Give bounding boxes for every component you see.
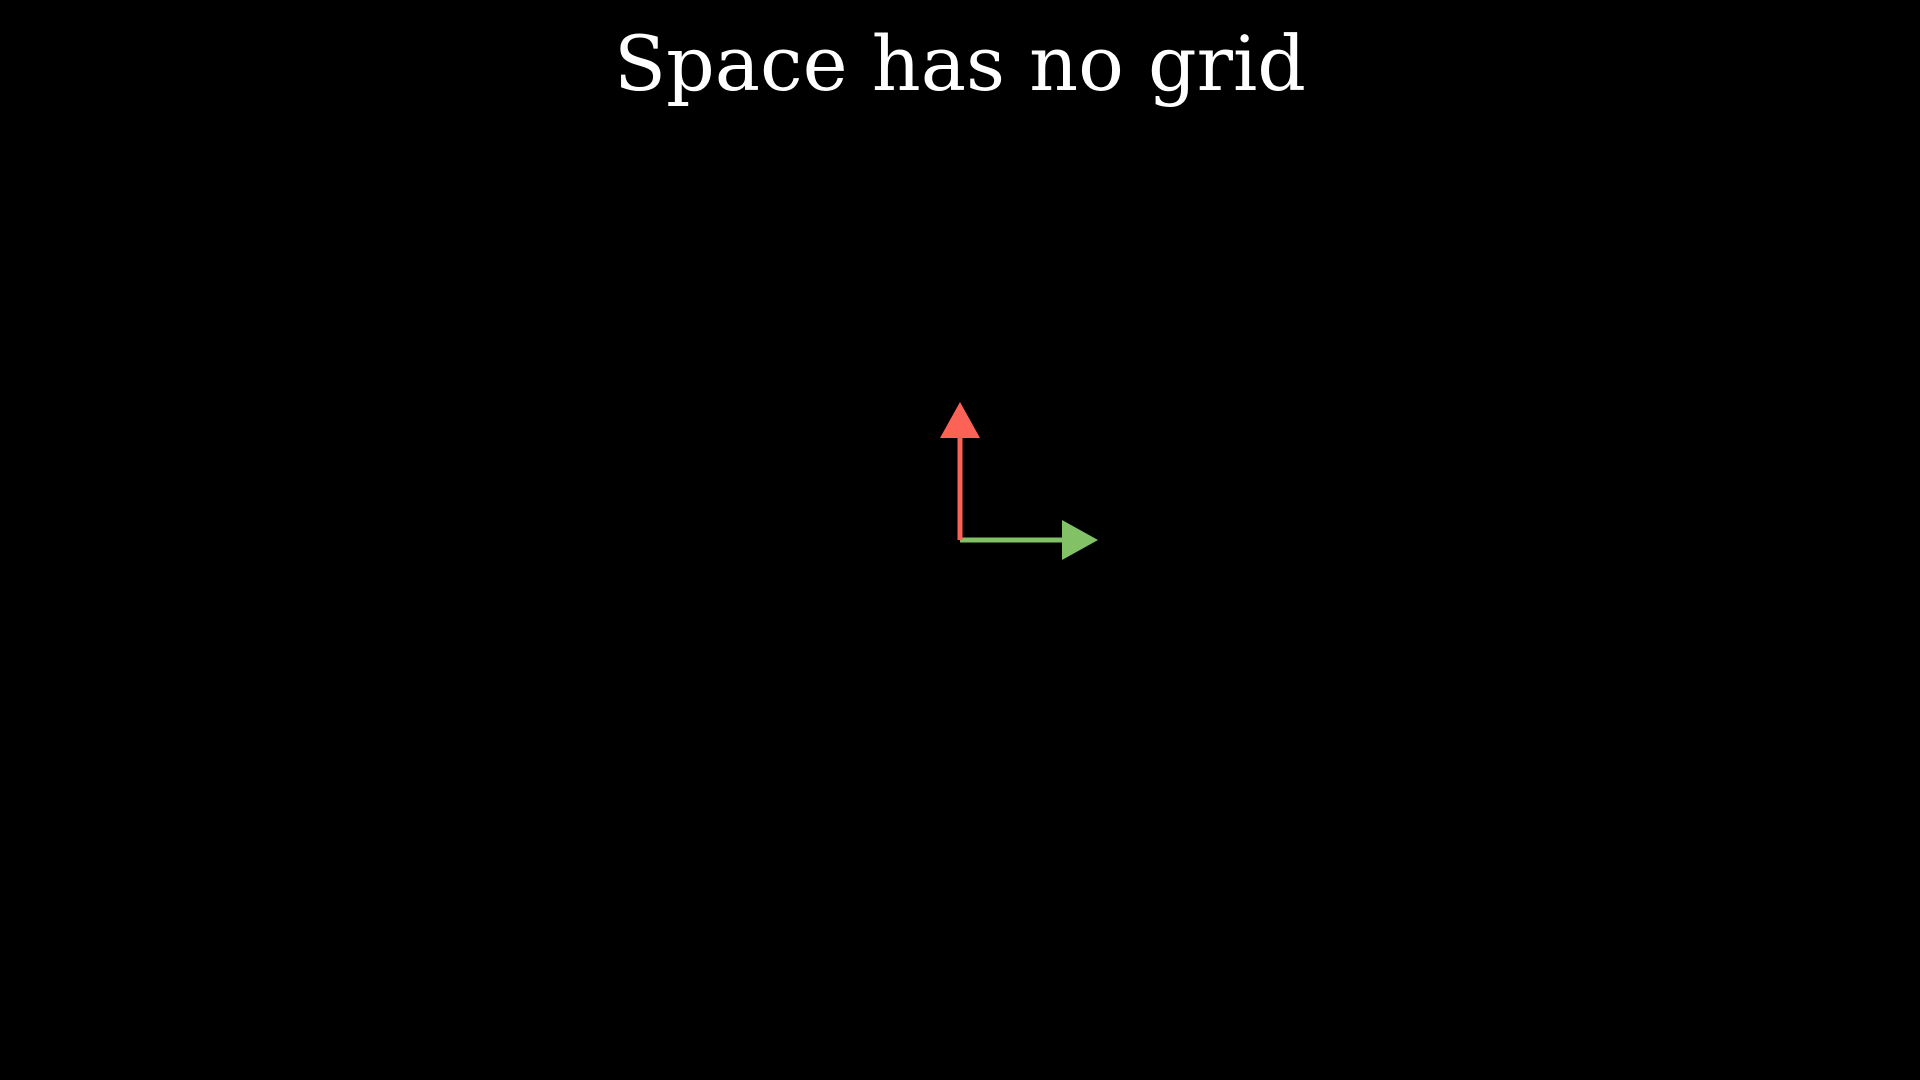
j-hat-vector	[940, 402, 980, 540]
i-hat-vector	[960, 520, 1098, 560]
scene: Space has no grid	[0, 0, 1920, 1080]
basis-vectors	[940, 402, 1098, 560]
i-hat-arrowhead	[1062, 520, 1098, 560]
j-hat-arrowhead	[940, 402, 980, 438]
